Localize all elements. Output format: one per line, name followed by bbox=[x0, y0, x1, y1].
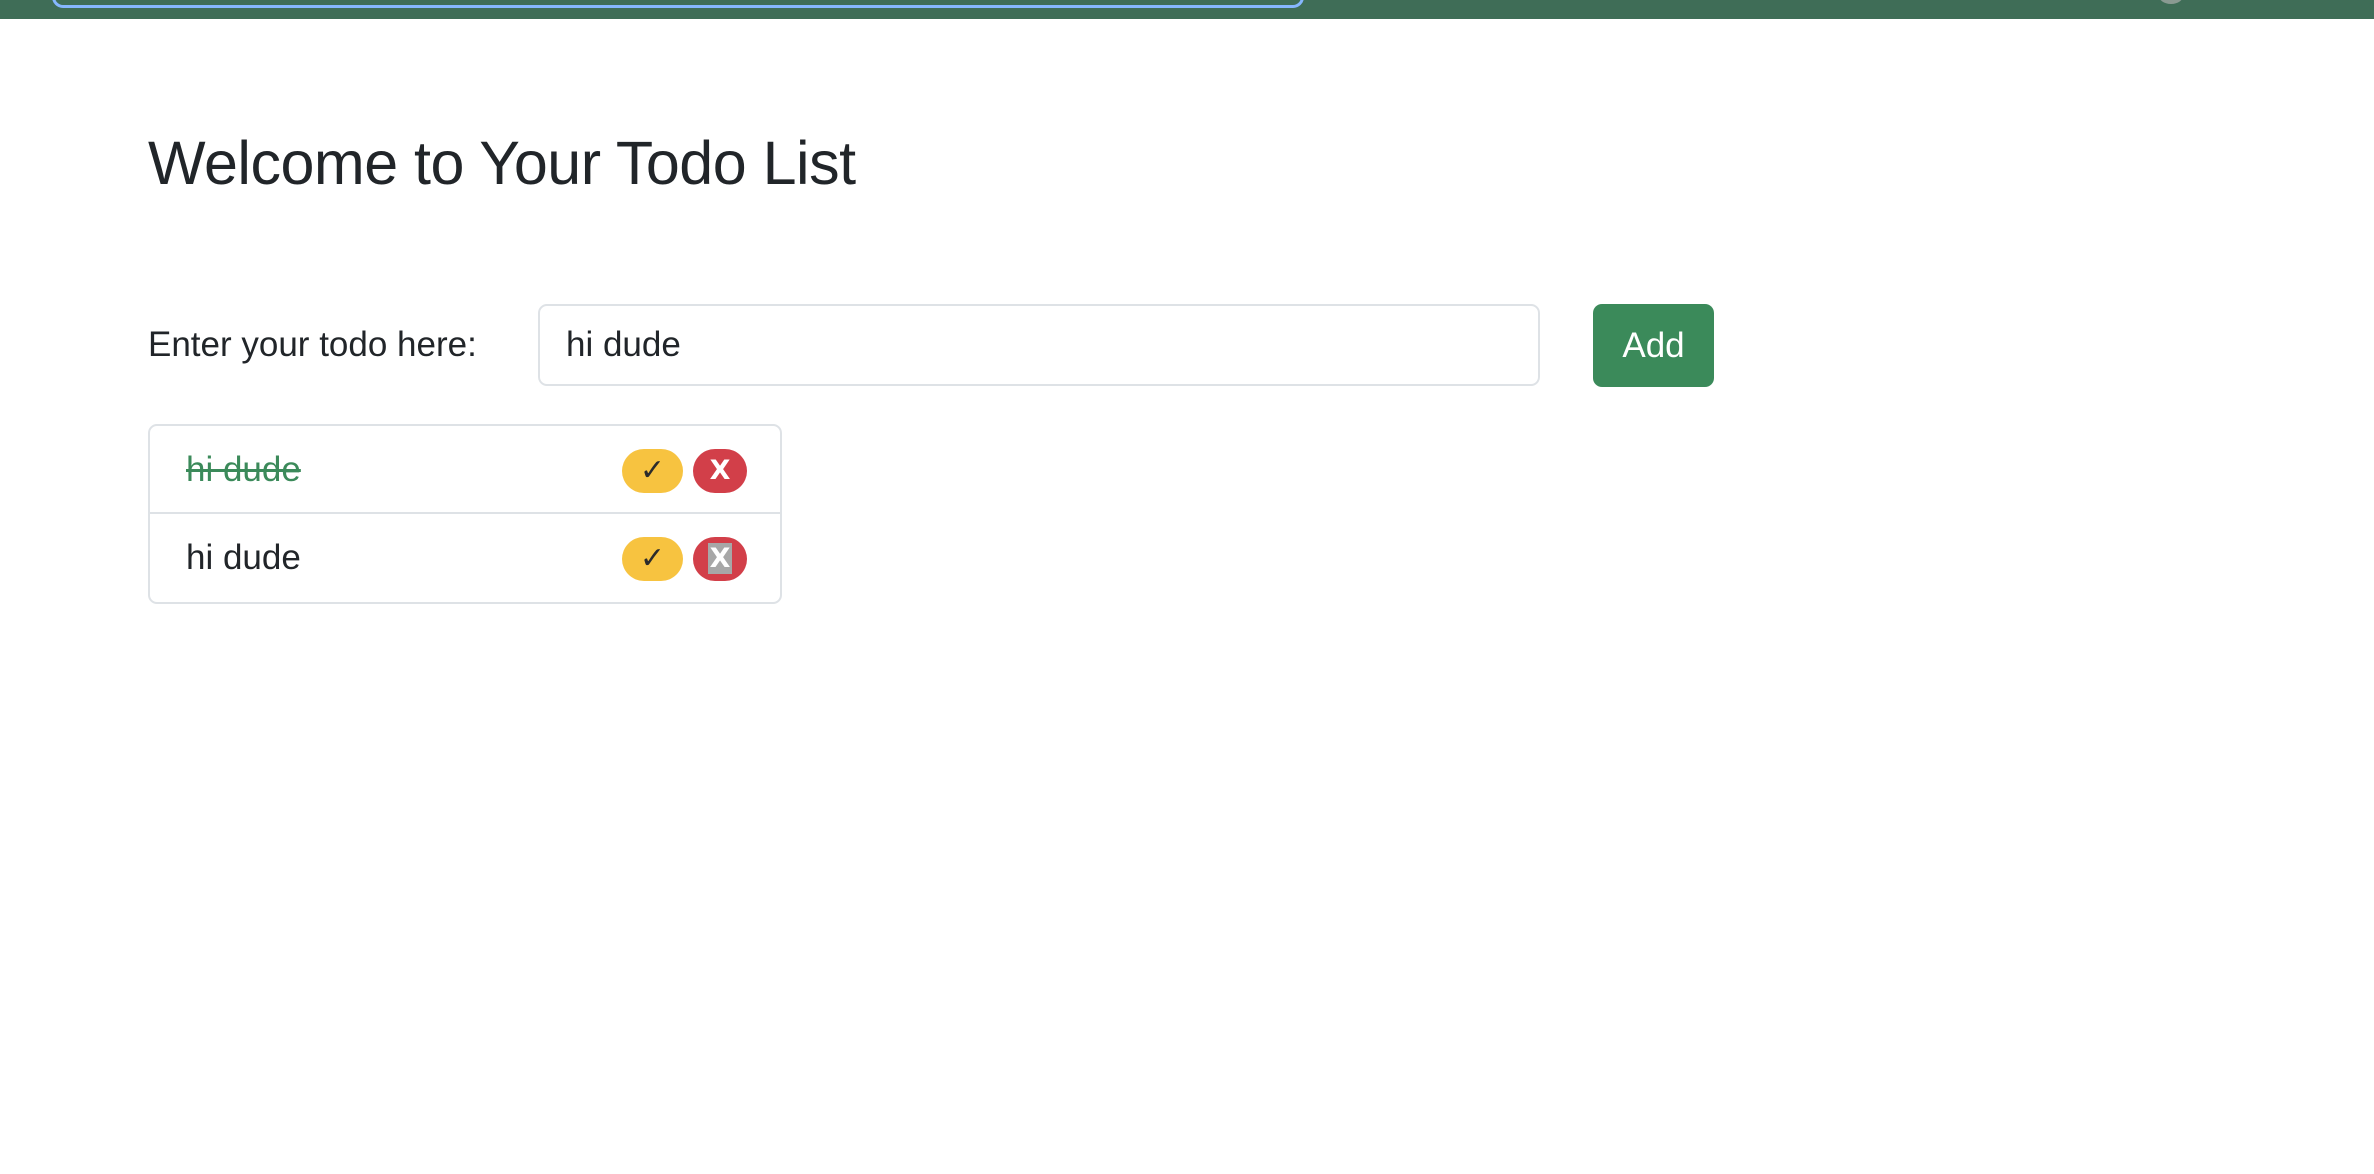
close-icon: X bbox=[707, 543, 733, 574]
check-icon: ✓ bbox=[639, 541, 666, 576]
page-title: Welcome to Your Todo List bbox=[148, 129, 856, 197]
check-icon: ✓ bbox=[639, 453, 666, 488]
todo-item: hi dude ✓ X bbox=[150, 514, 780, 602]
todo-text: hi dude bbox=[186, 538, 301, 577]
complete-button[interactable]: ✓ bbox=[622, 449, 683, 493]
close-icon: X bbox=[709, 455, 731, 486]
todo-input-label: Enter your todo here: bbox=[148, 325, 477, 364]
complete-button[interactable]: ✓ bbox=[622, 537, 683, 581]
todo-list: hi dude ✓ X hi dude ✓ X bbox=[148, 424, 782, 604]
browser-top-bar bbox=[0, 0, 2374, 19]
delete-button[interactable]: X bbox=[693, 449, 747, 493]
address-bar[interactable] bbox=[52, 0, 1304, 8]
profile-avatar[interactable] bbox=[2158, 0, 2184, 4]
todo-item: hi dude ✓ X bbox=[150, 426, 780, 514]
todo-input[interactable] bbox=[538, 304, 1540, 386]
add-button[interactable]: Add bbox=[1593, 304, 1714, 387]
todo-text: hi dude bbox=[186, 450, 301, 489]
delete-button[interactable]: X bbox=[693, 537, 747, 581]
